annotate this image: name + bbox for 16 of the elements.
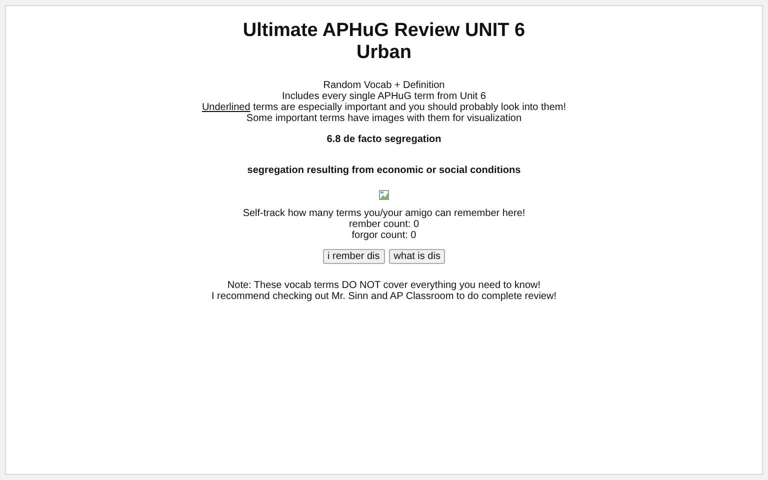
note-text: I recommend checking out Mr. Sinn and AP Classroom to do complete review! — [212, 291, 556, 302]
tracker-prompt: Self-track how many terms you/your amigo can remember here! — [242, 208, 526, 219]
intro-text: Underlined terms are especially important and you should probably look into them! — [202, 102, 566, 113]
broken-image-icon — [379, 190, 389, 200]
intro-text: Random Vocab + Definition — [322, 80, 446, 91]
forgor-count: forgor count: 0 — [350, 230, 418, 241]
term-title: 6.8 de facto segregation — [326, 133, 442, 147]
page-title: Ultimate APHuG Review UNIT 6 — [242, 20, 526, 42]
term-definition: segregation resulting from economic or social conditions — [247, 164, 521, 178]
rember-count: rember count: 0 — [348, 219, 420, 230]
rember-button[interactable]: i rember dis — [322, 249, 385, 264]
note-text: Note: These vocab terms DO NOT cover everything you need to know! — [226, 280, 542, 291]
intro-text: Some important terms have images with them for visualization — [245, 113, 523, 124]
intro-text: Includes every single APHuG term from Unit 6 — [281, 91, 487, 102]
what-is-button[interactable]: what is dis — [388, 249, 446, 264]
page-title: Urban — [356, 42, 412, 64]
